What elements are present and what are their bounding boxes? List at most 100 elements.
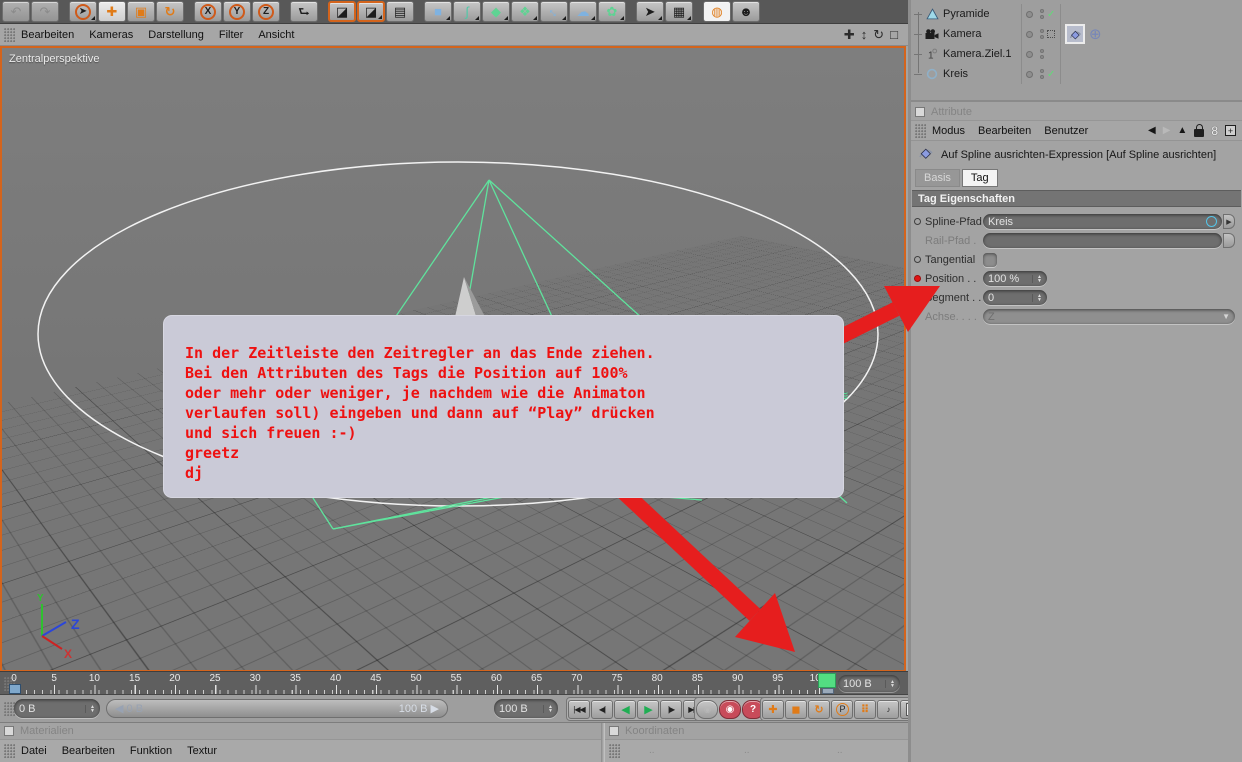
- goto-start-button[interactable]: |◀◀: [568, 699, 590, 719]
- next-key-button[interactable]: |▶: [660, 699, 682, 719]
- sound-toggle[interactable]: ♪: [877, 699, 899, 719]
- play-backward-button[interactable]: ◀: [614, 699, 636, 719]
- key-rotation-toggle[interactable]: ↻: [808, 699, 830, 719]
- enabled-check-icon[interactable]: ✓: [1047, 69, 1055, 80]
- snap-settings-icon[interactable]: ▦: [665, 1, 693, 22]
- drag-grip-icon[interactable]: [609, 744, 620, 758]
- key-position-toggle[interactable]: ✚: [762, 699, 784, 719]
- spline-path-field[interactable]: Kreis: [983, 214, 1222, 229]
- spinner-icon[interactable]: ▲ ▼: [1032, 293, 1042, 302]
- tangential-checkbox[interactable]: [983, 252, 997, 267]
- menu-filter[interactable]: Filter: [219, 29, 243, 41]
- spinner-icon[interactable]: ▲ ▼: [1032, 274, 1042, 283]
- drag-grip-icon[interactable]: [915, 123, 926, 138]
- new-panel-icon[interactable]: +: [1225, 125, 1236, 136]
- segment-field[interactable]: 0 ▲ ▼: [983, 290, 1047, 305]
- menu-bearbeiten-attr[interactable]: Bearbeiten: [978, 125, 1031, 137]
- menu-ansicht[interactable]: Ansicht: [258, 29, 294, 41]
- spinner-icon[interactable]: ▲ ▼: [85, 704, 95, 713]
- menu-datei[interactable]: Datei: [21, 745, 47, 757]
- add-nurbs-icon[interactable]: ◆: [482, 1, 510, 22]
- object-name[interactable]: Pyramide: [943, 8, 1021, 20]
- prev-key-button[interactable]: ◀|: [591, 699, 613, 719]
- menu-modus[interactable]: Modus: [932, 125, 965, 137]
- live-selection-icon[interactable]: ➤: [69, 1, 97, 22]
- object-name[interactable]: Kreis: [943, 68, 1021, 80]
- timeline-start-marker[interactable]: [9, 684, 21, 694]
- rotate-tool-icon[interactable]: ↻: [156, 1, 184, 22]
- drag-grip-icon[interactable]: [4, 27, 15, 42]
- rail-path-field[interactable]: [983, 233, 1222, 248]
- character-tool-icon[interactable]: ☻: [732, 1, 760, 22]
- timeline-end-field[interactable]: 100 B ▲ ▼: [838, 675, 900, 692]
- lock-y-axis-icon[interactable]: Y: [223, 1, 251, 22]
- zoom-view-icon[interactable]: ↕: [861, 28, 868, 41]
- visibility-dots[interactable]: ✓: [1021, 4, 1061, 24]
- animatable-dot[interactable]: [914, 256, 921, 263]
- align-to-spline-tag-icon[interactable]: [1065, 24, 1085, 44]
- drag-grip-icon[interactable]: [4, 744, 15, 758]
- tag-properties-section-header[interactable]: Tag Eigenschaften: [912, 190, 1241, 207]
- coordinate-system-icon[interactable]: ⮑: [290, 1, 318, 22]
- animatable-dot[interactable]: [914, 218, 921, 225]
- achse-dropdown[interactable]: Z ▼: [983, 309, 1235, 324]
- timeline-ruler[interactable]: 0 5 10 15 20 25 30 35 40 45 50 55 60 65 70 75 80 85 90 95 10…: [0, 671, 908, 695]
- menu-bearbeiten-mat[interactable]: Bearbeiten: [62, 745, 115, 757]
- key-parameter-toggle[interactable]: P: [831, 699, 853, 719]
- snapshot-icon[interactable]: 8: [1211, 125, 1218, 137]
- lock-x-axis-icon[interactable]: X: [194, 1, 222, 22]
- lock-z-axis-icon[interactable]: Z: [252, 1, 280, 22]
- target-expression-tag-icon[interactable]: ⊕: [1089, 27, 1102, 42]
- object-row-kreis[interactable]: Kreis ✓: [911, 64, 1242, 84]
- render-view-icon[interactable]: ◪: [328, 1, 356, 22]
- materials-header[interactable]: Materialien: [0, 723, 601, 740]
- object-name[interactable]: Kamera.Ziel.1: [943, 48, 1021, 60]
- menu-textur[interactable]: Textur: [187, 745, 217, 757]
- record-button[interactable]: ◉: [719, 699, 741, 719]
- time-slider[interactable]: [818, 673, 836, 688]
- history-back-icon[interactable]: ◀: [1148, 125, 1156, 136]
- coordinates-header[interactable]: Koordinaten: [605, 723, 908, 740]
- maximize-view-icon[interactable]: □: [890, 28, 898, 41]
- object-row-kamera[interactable]: Kamera ⊕: [911, 24, 1242, 44]
- object-name[interactable]: Kamera: [943, 28, 1021, 40]
- pan-view-icon[interactable]: ✚: [844, 28, 855, 41]
- visibility-dots[interactable]: [1021, 24, 1061, 44]
- selection-filter-icon[interactable]: ➤: [636, 1, 664, 22]
- menu-darstellung[interactable]: Darstellung: [148, 29, 204, 41]
- menu-bearbeiten[interactable]: Bearbeiten: [21, 29, 74, 41]
- spinner-icon[interactable]: ▲ ▼: [885, 679, 895, 688]
- enabled-check-icon[interactable]: ✓: [1047, 9, 1055, 20]
- parent-object-icon[interactable]: ▲: [1177, 125, 1187, 136]
- menu-funktion[interactable]: Funktion: [130, 745, 172, 757]
- move-tool-icon[interactable]: ✚: [98, 1, 126, 22]
- key-scale-toggle[interactable]: ◼: [785, 699, 807, 719]
- render-picture-icon[interactable]: ◪: [357, 1, 385, 22]
- add-primitive-icon[interactable]: ■: [424, 1, 452, 22]
- frame-range-slider[interactable]: ◀ 0 B 100 B ▶: [106, 699, 448, 718]
- pick-object-button[interactable]: [1223, 233, 1235, 248]
- animatable-dot[interactable]: [914, 294, 921, 301]
- texture-view-icon[interactable]: ◍: [703, 1, 731, 22]
- object-row-pyramide[interactable]: Pyramide ✓: [911, 4, 1242, 24]
- add-deformer-icon[interactable]: ↔: [540, 1, 568, 22]
- end-frame-field[interactable]: 100 B ▲ ▼: [494, 699, 558, 718]
- visibility-dots[interactable]: ✓: [1021, 64, 1061, 84]
- visibility-dots[interactable]: [1021, 44, 1061, 64]
- pick-object-button[interactable]: ▶: [1223, 214, 1235, 229]
- attributes-header[interactable]: Attribute: [911, 104, 1242, 121]
- key-pla-toggle[interactable]: ⠿: [854, 699, 876, 719]
- position-field[interactable]: 100 % ▲ ▼: [983, 271, 1047, 286]
- menu-benutzer[interactable]: Benutzer: [1044, 125, 1088, 137]
- object-row-kamera-ziel[interactable]: 1 Kamera.Ziel.1: [911, 44, 1242, 64]
- add-particles-icon[interactable]: ✿: [598, 1, 626, 22]
- current-frame-field[interactable]: 0 B ▲ ▼: [14, 699, 100, 718]
- add-modeling-icon[interactable]: ❖: [511, 1, 539, 22]
- scale-tool-icon[interactable]: ▣: [127, 1, 155, 22]
- keyframed-dot[interactable]: [914, 275, 921, 282]
- add-spline-icon[interactable]: ∫: [453, 1, 481, 22]
- rotate-view-icon[interactable]: ↻: [873, 28, 884, 41]
- tab-tag[interactable]: Tag: [961, 169, 998, 187]
- add-scene-icon[interactable]: ☁: [569, 1, 597, 22]
- tab-basis[interactable]: Basis: [915, 169, 960, 187]
